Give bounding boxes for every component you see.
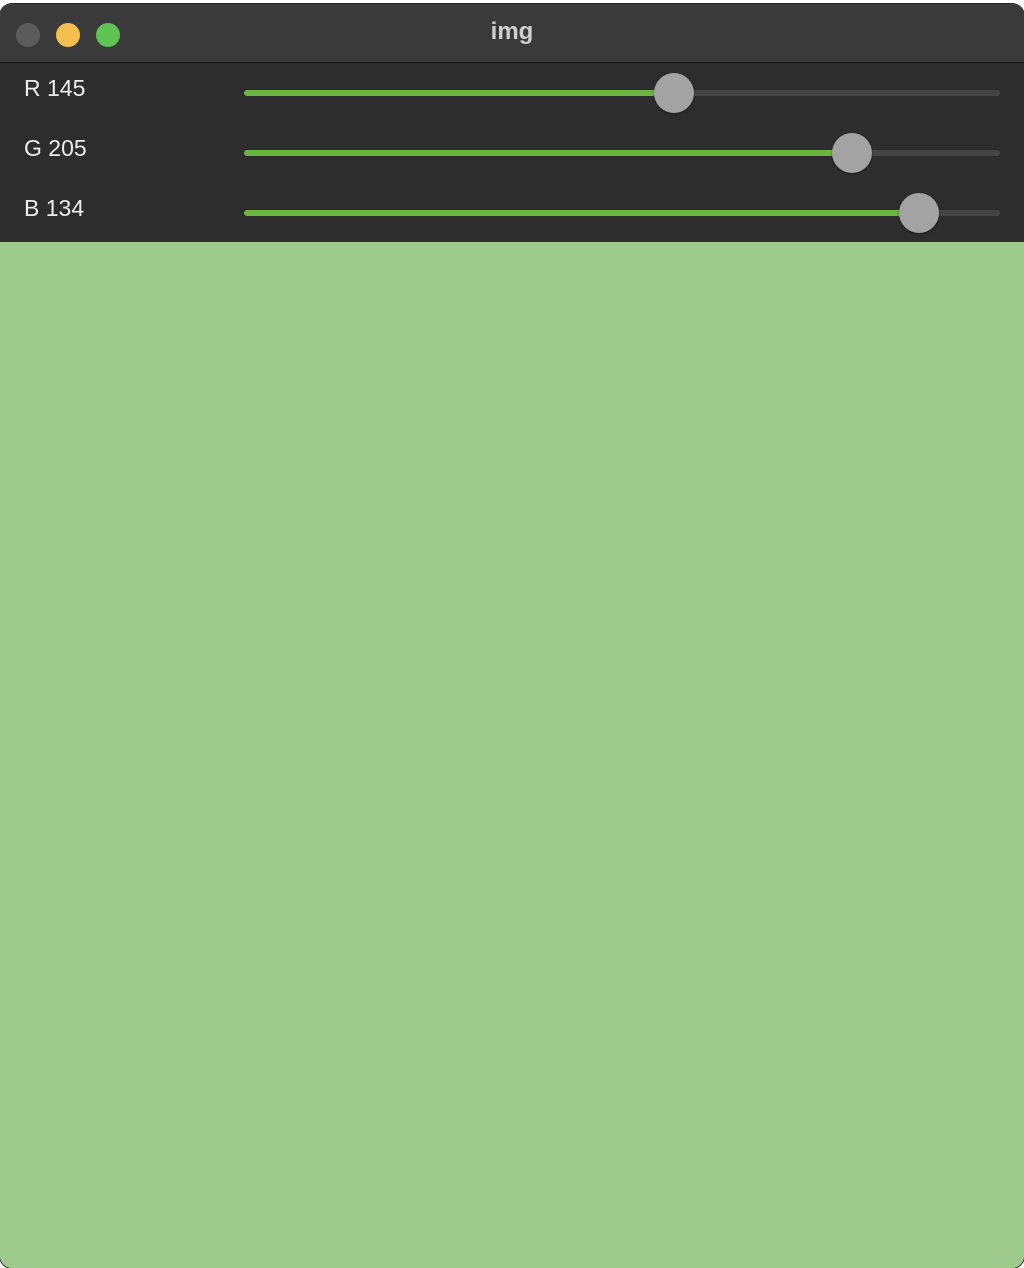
title-bar[interactable]: img bbox=[0, 4, 1024, 63]
window-title: img bbox=[490, 18, 534, 45]
slider-label-red: R 145 bbox=[24, 75, 86, 101]
app-window: img R 145 G 205 B 134 bbox=[0, 4, 1024, 1268]
slider-label-blue: B 134 bbox=[24, 195, 85, 221]
slider-thumb-green[interactable] bbox=[831, 133, 872, 173]
slider-row-blue: B 134 bbox=[0, 183, 1024, 243]
slider-row-green: G 205 bbox=[0, 123, 1024, 183]
slider-track-green[interactable] bbox=[244, 133, 1000, 173]
slider-fill-red bbox=[244, 90, 674, 96]
slider-panel: R 145 G 205 B 134 bbox=[0, 63, 1024, 242]
slider-fill-green bbox=[244, 150, 852, 156]
slider-track-red[interactable] bbox=[244, 73, 1000, 113]
slider-track-blue[interactable] bbox=[244, 193, 1000, 233]
slider-fill-blue bbox=[244, 210, 920, 216]
color-preview bbox=[0, 242, 1024, 1268]
slider-label-green: G 205 bbox=[24, 135, 87, 161]
slider-thumb-red[interactable] bbox=[653, 73, 694, 113]
slider-row-red: R 145 bbox=[0, 63, 1024, 123]
slider-thumb-blue[interactable] bbox=[899, 193, 940, 233]
